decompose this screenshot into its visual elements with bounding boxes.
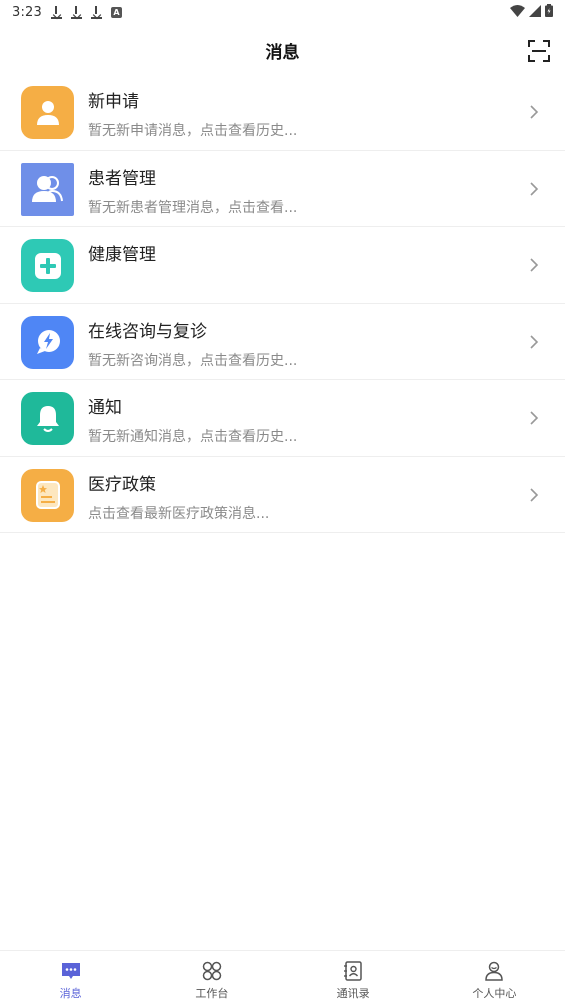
chevron-right-icon [530,487,539,502]
battery-icon [545,4,553,17]
bell-icon [36,405,59,432]
contacts-icon [344,961,362,981]
wifi-icon [510,4,525,17]
tab-profile[interactable]: 个人中心 [424,951,565,1004]
message-icon [61,963,80,979]
list-item-subtitle: 暂无新咨询消息，点击查看历史... [88,352,298,369]
policy-icon [35,481,60,509]
chat-bolt-icon [36,330,60,354]
list-item-subtitle: 点击查看最新医疗政策消息... [88,505,270,522]
list-item-patient-management[interactable]: 患者管理 暂无新患者管理消息，点击查看... [0,151,565,227]
list-item-subtitle: 暂无新患者管理消息，点击查看... [88,199,298,216]
workbench-icon [202,961,222,981]
new-application-icon-tile [21,86,74,139]
chevron-right-icon [530,181,539,196]
list-item-title: 在线咨询与复诊 [88,321,207,342]
list-item-subtitle: 暂无新通知消息，点击查看历史... [88,429,298,445]
status-bar: 3:23 A [0,0,565,24]
chevron-right-icon [530,334,539,349]
profile-icon [485,961,504,981]
tab-label: 通讯录 [336,987,370,1000]
list-item-subtitle: 暂无新申请消息，点击查看历史... [88,123,298,139]
chevron-right-icon [530,258,539,272]
tab-messages[interactable]: 消息 [0,951,141,1004]
chevron-right-icon [530,105,539,119]
page-title: 消息 [265,42,300,63]
tab-label: 个人中心 [472,987,517,1000]
list-item-notification[interactable]: 通知 暂无新通知消息，点击查看历史... [0,380,565,457]
signal-icon [529,4,541,17]
patient-management-icon-tile [21,162,74,216]
list-item-title: 新申请 [88,92,139,112]
bottom-tab-bar: 消息 工作台 通讯录 个人中心 [0,950,565,1004]
list-item-title: 患者管理 [88,168,156,189]
chevron-right-icon [530,411,539,425]
plus-icon [34,252,61,279]
list-item-medical-policy[interactable]: 医疗政策 点击查看最新医疗政策消息... [0,457,565,533]
status-time: 3:23 [12,4,42,20]
patients-icon [31,176,63,202]
tab-contacts[interactable]: 通讯录 [283,951,424,1004]
list-item-title: 健康管理 [88,245,156,265]
tab-workbench[interactable]: 工作台 [141,951,282,1004]
tab-label: 工作台 [195,987,229,1000]
list-item-health-management[interactable]: 健康管理 [0,227,565,304]
tab-label: 消息 [59,987,82,1000]
list-item-new-application[interactable]: 新申请 暂无新申请消息，点击查看历史... [0,74,565,151]
message-list: 新申请 暂无新申请消息，点击查看历史... 患者管理 暂无新患者管理消息，点击查… [0,74,565,533]
medical-policy-icon-tile [21,468,74,522]
list-item-title: 医疗政策 [88,474,156,495]
a-badge-icon: A [111,6,122,18]
notification-icon-tile [21,392,74,445]
person-icon [36,100,59,125]
download-icon [51,5,62,19]
header: 消息 [0,24,565,76]
health-management-icon-tile [21,239,74,292]
online-consultation-icon-tile [21,315,74,369]
download-icon [71,5,82,19]
list-item-online-consultation[interactable]: 在线咨询与复诊 暂无新咨询消息，点击查看历史... [0,304,565,380]
scan-icon[interactable] [528,40,550,62]
list-item-title: 通知 [88,398,122,418]
download-icon [91,5,102,19]
